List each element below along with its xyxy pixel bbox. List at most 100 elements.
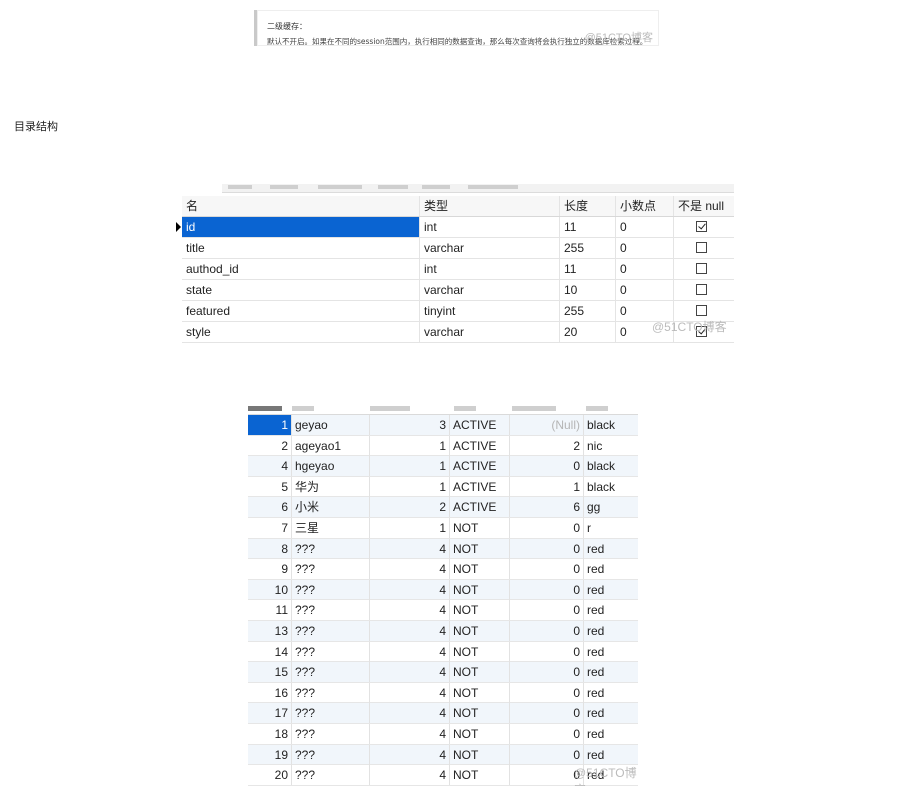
cell-id[interactable]: 13: [248, 621, 292, 641]
table-row[interactable]: 6 小米 2 ACTIVE 6 gg: [248, 497, 638, 518]
structure-row[interactable]: id int 11 0: [176, 217, 734, 238]
field-name[interactable]: style: [182, 322, 420, 342]
cell-id[interactable]: 20: [248, 765, 292, 786]
cell-authod-id[interactable]: 4: [370, 538, 450, 559]
cell-style[interactable]: gg: [584, 497, 638, 517]
cell-style[interactable]: red: [584, 683, 638, 703]
cell-id[interactable]: 10: [248, 579, 292, 600]
field-decimals[interactable]: 0: [616, 238, 674, 258]
table-row[interactable]: 8??? 4 NOT 0 red: [248, 538, 638, 560]
table-row[interactable]: 11??? 4 NOT 0 red: [248, 600, 638, 621]
cell-style[interactable]: black: [584, 477, 638, 497]
cell-title[interactable]: ???: [292, 641, 370, 662]
table-row[interactable]: 17??? 4 NOT 0 red: [248, 703, 638, 724]
cell-featured[interactable]: 0: [510, 765, 584, 786]
cell-authod-id[interactable]: 4: [370, 600, 450, 621]
cell-state[interactable]: NOT: [450, 559, 510, 580]
not-null-checkbox[interactable]: [696, 305, 707, 316]
cell-state[interactable]: ACTIVE: [450, 456, 510, 477]
col-header-length[interactable]: 长度: [560, 196, 616, 216]
cell-style[interactable]: nic: [584, 436, 638, 456]
cell-featured[interactable]: 0: [510, 579, 584, 600]
cell-style[interactable]: red: [584, 600, 638, 620]
cell-state[interactable]: ACTIVE: [450, 435, 510, 456]
field-type[interactable]: varchar: [420, 280, 560, 300]
cell-authod-id[interactable]: 1: [370, 476, 450, 497]
cell-title[interactable]: ???: [292, 600, 370, 621]
not-null-checkbox[interactable]: [696, 221, 707, 232]
cell-id[interactable]: 11: [248, 600, 292, 621]
cell-title[interactable]: ???: [292, 724, 370, 744]
cell-title[interactable]: ???: [292, 621, 370, 641]
cell-title[interactable]: ???: [292, 703, 370, 724]
cell-id[interactable]: 6: [248, 497, 292, 518]
cell-authod-id[interactable]: 4: [370, 703, 450, 724]
field-length[interactable]: 11: [560, 217, 616, 237]
table-row[interactable]: 18??? 4 NOT 0 red: [248, 724, 638, 745]
field-type[interactable]: varchar: [420, 322, 560, 342]
cell-authod-id[interactable]: 4: [370, 724, 450, 744]
field-length[interactable]: 11: [560, 259, 616, 279]
cell-state[interactable]: NOT: [450, 662, 510, 683]
cell-authod-id[interactable]: 1: [370, 435, 450, 456]
cell-id[interactable]: 8: [248, 538, 292, 559]
cell-style[interactable]: red: [584, 724, 638, 744]
table-row[interactable]: 5 华为 1 ACTIVE 1 black: [248, 476, 638, 498]
field-name[interactable]: title: [182, 238, 420, 258]
cell-state[interactable]: NOT: [450, 579, 510, 600]
field-type[interactable]: int: [420, 259, 560, 279]
cell-state[interactable]: ACTIVE: [450, 476, 510, 497]
table-row[interactable]: 15??? 4 NOT 0 red: [248, 662, 638, 683]
cell-featured[interactable]: 0: [510, 662, 584, 683]
cell-state[interactable]: ACTIVE: [450, 497, 510, 518]
col-header-type[interactable]: 类型: [420, 196, 560, 216]
cell-state[interactable]: NOT: [450, 538, 510, 559]
cell-title[interactable]: 三星: [292, 518, 370, 538]
cell-authod-id[interactable]: 2: [370, 497, 450, 518]
cell-id[interactable]: 15: [248, 662, 292, 683]
cell-authod-id[interactable]: 4: [370, 641, 450, 662]
cell-authod-id[interactable]: 1: [370, 518, 450, 538]
cell-id[interactable]: 9: [248, 559, 292, 580]
cell-authod-id[interactable]: 4: [370, 579, 450, 600]
not-null-checkbox[interactable]: [696, 284, 707, 295]
cell-style[interactable]: black: [584, 456, 638, 476]
cell-authod-id[interactable]: 1: [370, 456, 450, 477]
cell-featured[interactable]: 0: [510, 518, 584, 538]
cell-id[interactable]: 16: [248, 682, 292, 703]
cell-featured[interactable]: 0: [510, 641, 584, 662]
cell-id[interactable]: 14: [248, 641, 292, 662]
cell-featured[interactable]: 0: [510, 724, 584, 744]
cell-featured[interactable]: 0: [510, 600, 584, 621]
cell-id[interactable]: 4: [248, 456, 292, 477]
cell-authod-id[interactable]: 4: [370, 765, 450, 786]
cell-authod-id[interactable]: 4: [370, 662, 450, 683]
cell-state[interactable]: NOT: [450, 600, 510, 621]
cell-featured[interactable]: 6: [510, 497, 584, 518]
field-type[interactable]: varchar: [420, 238, 560, 258]
cell-featured[interactable]: 0: [510, 703, 584, 724]
field-name[interactable]: id: [182, 217, 420, 237]
not-null-checkbox[interactable]: [696, 242, 707, 253]
cell-featured[interactable]: 0: [510, 559, 584, 580]
cell-featured[interactable]: 0: [510, 456, 584, 477]
cell-style[interactable]: red: [584, 580, 638, 600]
cell-id[interactable]: 19: [248, 744, 292, 765]
table-row[interactable]: 2 ageyao1 1 ACTIVE 2 nic: [248, 435, 638, 457]
table-row[interactable]: 7 三星 1 NOT 0 r: [248, 518, 638, 539]
cell-id[interactable]: 1: [248, 415, 292, 435]
cell-id[interactable]: 18: [248, 724, 292, 744]
field-length[interactable]: 255: [560, 238, 616, 258]
field-name[interactable]: featured: [182, 301, 420, 321]
field-name[interactable]: authod_id: [182, 259, 420, 279]
cell-id[interactable]: 5: [248, 476, 292, 497]
cell-style[interactable]: r: [584, 518, 638, 538]
cell-style[interactable]: red: [584, 621, 638, 641]
col-header-name[interactable]: 名: [182, 196, 420, 216]
cell-state[interactable]: NOT: [450, 744, 510, 765]
cell-state[interactable]: NOT: [450, 518, 510, 538]
cell-state[interactable]: NOT: [450, 682, 510, 703]
cell-featured[interactable]: 0: [510, 744, 584, 765]
cell-title[interactable]: ???: [292, 538, 370, 559]
cell-title[interactable]: ???: [292, 579, 370, 600]
